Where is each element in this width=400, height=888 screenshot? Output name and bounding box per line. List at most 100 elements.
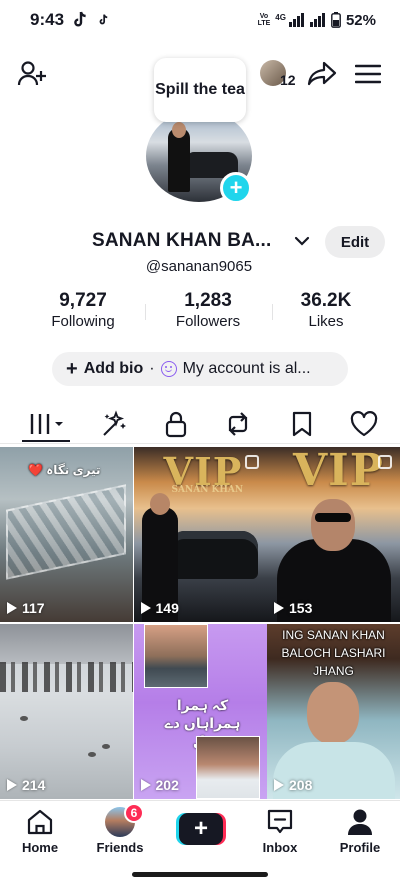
nav-home-label: Home bbox=[21, 840, 59, 855]
display-name[interactable]: SANAN KHAN BA... bbox=[92, 230, 271, 252]
view-count-value: 117 bbox=[22, 600, 45, 616]
video-thumbnail[interactable]: VIP 153 bbox=[267, 447, 400, 622]
view-count: 117 bbox=[7, 600, 45, 616]
profile-stats: 9,727 Following 1,283 Followers 36.2K Li… bbox=[0, 290, 400, 338]
heart-icon bbox=[350, 411, 378, 437]
note-bubble[interactable]: Spill the tea bbox=[154, 58, 246, 122]
video-thumbnail[interactable]: ING SANAN KHAN BALOCH LASHARI JHANG 208 bbox=[267, 624, 400, 799]
tab-favorites[interactable] bbox=[282, 408, 322, 440]
view-count-value: 208 bbox=[289, 777, 313, 793]
tabs-divider bbox=[0, 443, 400, 444]
create-button[interactable]: + bbox=[176, 813, 226, 845]
bio-pill[interactable]: + Add bio · My account is al... bbox=[52, 352, 348, 386]
bio-separator: · bbox=[149, 360, 155, 377]
add-friend-button[interactable] bbox=[14, 56, 50, 92]
sparkle-magic-icon bbox=[103, 410, 126, 436]
view-count: 149 bbox=[140, 600, 179, 616]
thumbnail-title: VIP bbox=[293, 447, 384, 496]
hamburger-menu-icon bbox=[355, 64, 381, 84]
tab-liked[interactable] bbox=[344, 408, 384, 440]
plus-icon: + bbox=[66, 357, 78, 380]
view-count: 153 bbox=[274, 600, 312, 616]
thumbnail-bird bbox=[20, 716, 28, 721]
signal-2-icon bbox=[309, 13, 325, 27]
status-time: 9:43 bbox=[30, 10, 65, 29]
stat-value: 9,727 bbox=[59, 290, 107, 311]
active-tab-indicator bbox=[22, 440, 70, 442]
content-tabs bbox=[0, 404, 400, 444]
profile-person-icon bbox=[348, 809, 372, 835]
view-count-value: 153 bbox=[289, 600, 313, 616]
stat-label: Followers bbox=[175, 313, 241, 330]
bookmark-icon bbox=[292, 411, 312, 437]
home-icon bbox=[27, 809, 53, 835]
video-thumbnail[interactable]: تیری نگاہ ❤️ 117 bbox=[0, 447, 133, 622]
view-count: 208 bbox=[274, 777, 312, 793]
thumbnail-caption: ING SANAN KHAN BALOCH LASHARI JHANG bbox=[281, 628, 386, 678]
nav-inbox[interactable]: Inbox bbox=[240, 807, 320, 861]
play-icon bbox=[140, 602, 151, 614]
stat-followers[interactable]: 1,283 Followers bbox=[153, 290, 263, 330]
add-bio-label: Add bio bbox=[83, 360, 144, 377]
nav-profile-label: Profile bbox=[339, 840, 381, 855]
video-thumbnail[interactable]: VIP SANAN KHAN 149 bbox=[133, 447, 267, 622]
play-icon bbox=[274, 779, 284, 791]
view-count: 202 bbox=[140, 777, 179, 793]
profile-avatar-wrap: + bbox=[146, 110, 256, 210]
play-icon bbox=[274, 602, 284, 614]
play-icon bbox=[140, 779, 151, 791]
stat-value: 36.2K bbox=[300, 290, 352, 311]
stat-following[interactable]: 9,727 Following bbox=[28, 290, 138, 330]
network-type: 4G bbox=[275, 12, 286, 22]
avatar-person-head bbox=[172, 122, 186, 138]
thumbnail-photo bbox=[195, 736, 260, 799]
multi-image-icon bbox=[378, 455, 392, 469]
video-thumbnail[interactable]: کہ ہمرا ہمراہاں دے دل 202 bbox=[133, 624, 267, 799]
tab-videos[interactable] bbox=[28, 408, 68, 440]
menu-button[interactable] bbox=[350, 56, 386, 92]
thumbnail-car bbox=[171, 531, 258, 579]
share-arrow-icon bbox=[307, 61, 337, 86]
volte-indicator: Vo LTE bbox=[257, 13, 271, 27]
stat-label: Following bbox=[51, 313, 115, 330]
battery-percent: 52% bbox=[345, 11, 376, 29]
signal-icon bbox=[288, 13, 304, 27]
inbox-icon bbox=[267, 809, 293, 834]
add-story-button[interactable]: + bbox=[220, 172, 252, 204]
stat-likes[interactable]: 36.2K Likes bbox=[271, 290, 381, 330]
nav-profile[interactable]: Profile bbox=[320, 807, 400, 861]
bottom-navigation: Home Friends 6 + Inbox Profile bbox=[0, 800, 400, 864]
edit-profile-button[interactable]: Edit bbox=[325, 226, 385, 258]
home-indicator bbox=[132, 872, 268, 877]
tab-private[interactable] bbox=[156, 408, 196, 440]
view-count-value: 214 bbox=[22, 777, 46, 793]
plus-icon: + bbox=[179, 813, 223, 845]
play-icon bbox=[7, 779, 17, 791]
view-count: 214 bbox=[7, 777, 45, 793]
view-count-value: 149 bbox=[155, 600, 179, 616]
tab-sparkle[interactable] bbox=[94, 408, 134, 440]
thumbnail-scene bbox=[6, 484, 126, 580]
thumbnail-subtitle: SANAN KHAN bbox=[171, 485, 244, 495]
friends-notification-badge: 6 bbox=[124, 803, 144, 823]
thumbnail-person-head bbox=[311, 499, 355, 551]
nav-friends[interactable]: Friends bbox=[80, 807, 160, 861]
stat-value: 1,283 bbox=[184, 290, 232, 311]
chevron-down-icon[interactable] bbox=[293, 234, 311, 248]
profile-visitors-button[interactable]: 12 bbox=[258, 56, 298, 92]
stat-divider bbox=[145, 304, 146, 320]
thumbnail-sunglasses bbox=[315, 513, 351, 522]
add-person-icon bbox=[17, 61, 46, 86]
thumbnail-bird bbox=[102, 744, 110, 749]
thumbnail-crowd bbox=[0, 662, 133, 692]
nav-home[interactable]: Home bbox=[0, 807, 80, 861]
grid-bars-icon bbox=[30, 414, 63, 434]
tiktok-small-notification-icon bbox=[99, 14, 108, 25]
tab-reposts[interactable] bbox=[218, 408, 258, 440]
share-profile-button[interactable] bbox=[304, 56, 340, 92]
play-icon bbox=[7, 602, 17, 614]
lock-icon bbox=[165, 411, 187, 438]
thumbnail-person-head bbox=[149, 493, 170, 515]
video-thumbnail[interactable]: 214 bbox=[0, 624, 133, 799]
account-status-label: My account is al... bbox=[182, 360, 311, 377]
